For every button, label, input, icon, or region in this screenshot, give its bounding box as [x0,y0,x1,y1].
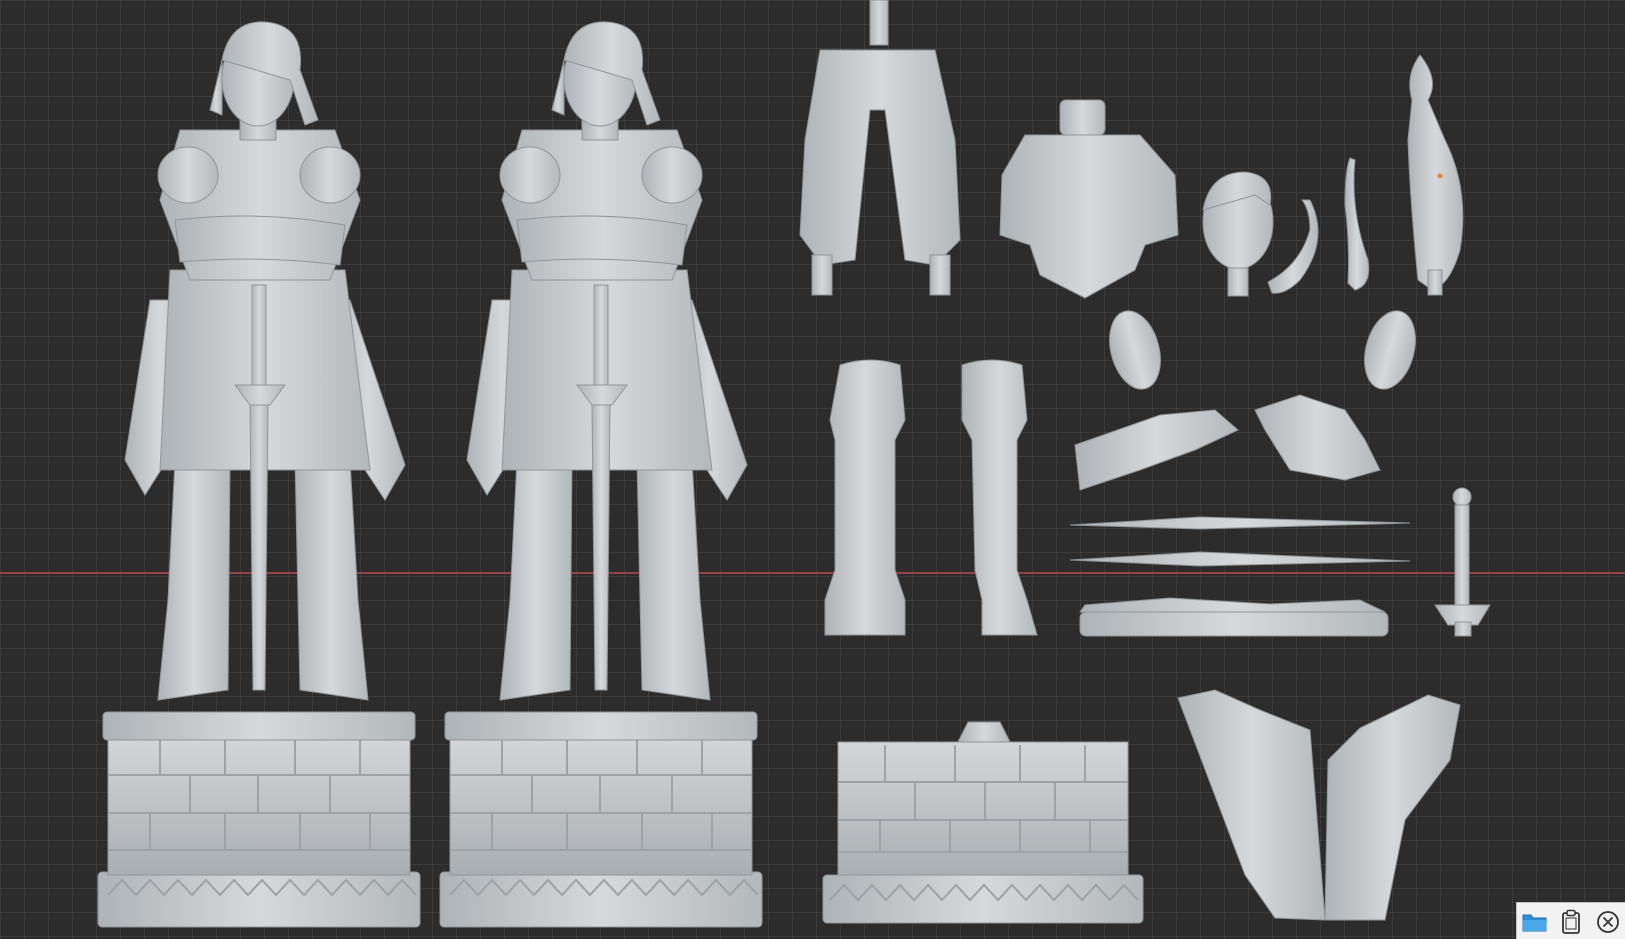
hands[interactable] [1074,394,1381,491]
model-scene[interactable] [0,0,1625,939]
hair-strands[interactable] [1267,157,1370,294]
sword-blades[interactable] [1069,516,1411,567]
open-folder-button[interactable] [1519,906,1551,938]
clipboard-icon [1562,909,1581,934]
sword-hilt[interactable] [1434,487,1491,637]
braid[interactable] [1407,54,1464,296]
full-figure-assembled-left[interactable] [97,21,421,928]
cape[interactable] [1177,689,1461,921]
bottom-right-toolbar [1516,902,1625,939]
head[interactable] [1202,171,1274,297]
close-circle-icon [1596,910,1619,933]
close-button[interactable] [1592,906,1624,938]
pants[interactable] [799,0,961,296]
clipboard-button[interactable] [1555,906,1587,938]
boots[interactable] [824,359,1038,636]
brick-pedestal[interactable] [822,721,1144,924]
3d-viewport[interactable] [0,0,1625,939]
shoulder-pads[interactable] [1101,305,1423,395]
torso[interactable] [999,99,1179,299]
base-plate[interactable] [1079,597,1389,637]
folder-icon [1522,914,1548,931]
full-figure-assembled-right[interactable] [439,21,763,928]
